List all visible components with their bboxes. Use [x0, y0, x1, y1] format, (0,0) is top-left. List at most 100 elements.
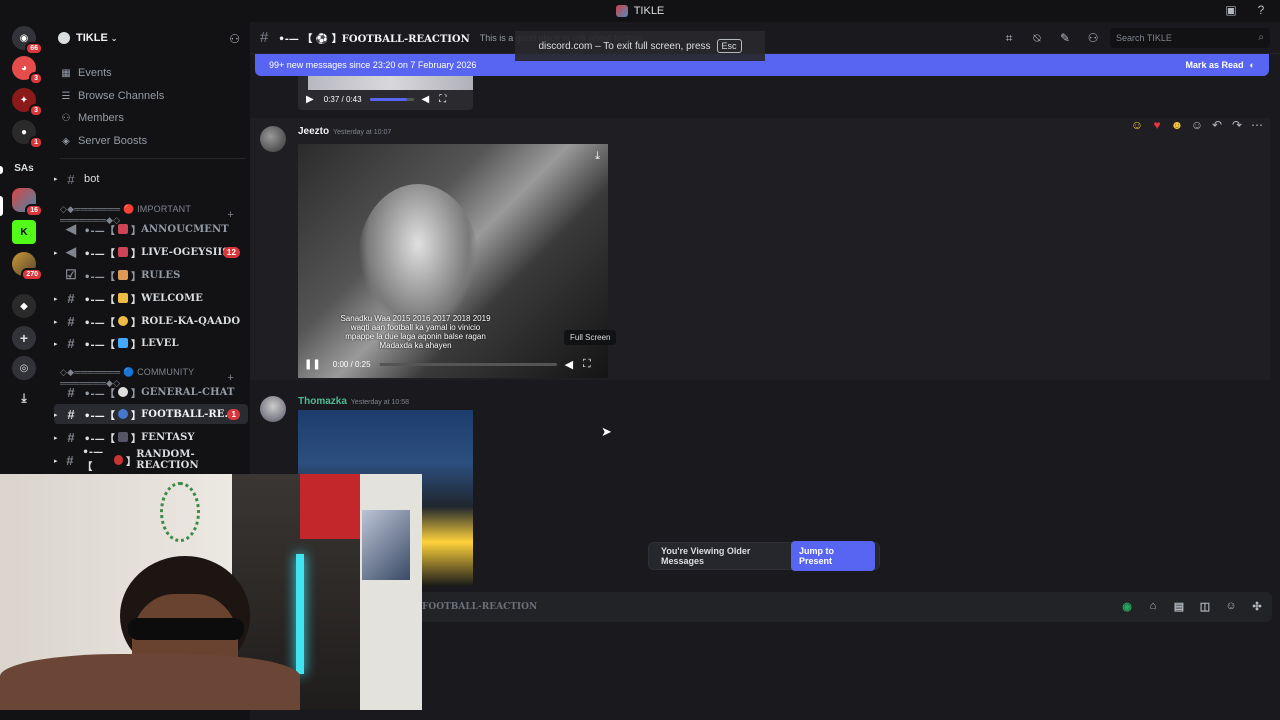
hash-icon: # [260, 29, 269, 46]
channel-bot[interactable]: ▸ # bot [54, 169, 248, 189]
nav-browse-channels[interactable]: ☰ Browse Channels [60, 86, 165, 106]
apps-icon[interactable]: ✣ [1250, 600, 1264, 613]
mention-badge: 1 [227, 408, 240, 420]
emoji-icon [117, 338, 128, 348]
hash-icon: # [67, 335, 75, 351]
channel-annoucement[interactable]: ◀ •-—【】 ANNOUCMENT [54, 219, 248, 239]
channel-rules[interactable]: ☑ •-—【】 RULES [54, 265, 248, 285]
nav-server-boosts[interactable]: ◈ Server Boosts [60, 131, 147, 151]
emoji-picker-icon[interactable]: ☺ [1224, 600, 1238, 613]
nitro-icon[interactable]: ◉ [1120, 600, 1134, 613]
add-server-icon[interactable]: + [12, 326, 36, 350]
webcam-overlay [0, 474, 422, 710]
nav-label: Events [78, 67, 112, 79]
pin-icon[interactable]: ✎ [1058, 31, 1072, 46]
message-timestamp: Yesterday at 10:07 [333, 129, 392, 136]
channel-general-chat[interactable]: # •-—【】 GENERAL-CHAT [54, 382, 248, 402]
chevron-down-icon: ⌄ [110, 33, 118, 43]
webcam-wreath [160, 482, 200, 542]
video-player[interactable]: ⤓ Sanadku Waa 2015 2016 2017 2018 2019 w… [298, 144, 608, 378]
gift-icon[interactable]: ⌂ [1146, 600, 1160, 613]
badge: 16 [25, 204, 43, 217]
channel-football-reaction[interactable]: ▸ # •-—【】 FOOTBALL-RE... 1 [54, 404, 248, 424]
nav-events[interactable]: ▦ Events [60, 63, 112, 83]
collapse-arrow-icon: ▸ [54, 432, 58, 442]
search-placeholder: Search TIKLE [1116, 33, 1172, 43]
fullscreen-icon[interactable]: ⛶ [583, 358, 591, 371]
discover-icon[interactable]: ◎ [12, 356, 36, 380]
server-icon[interactable]: ● 1 [12, 120, 43, 149]
guild-name: TIKLE [76, 32, 108, 44]
author-name[interactable]: Thomazka [298, 396, 347, 407]
sticker-icon[interactable]: ◫ [1198, 600, 1212, 613]
nav-members[interactable]: ⚇ Members [60, 108, 124, 128]
add-reaction-icon[interactable]: ☺ [1190, 118, 1204, 132]
hash-icon: # [67, 290, 75, 306]
video-progress[interactable] [369, 98, 414, 101]
channel-title: •-— 【 ⚽ 】FOOTBALL-REACTION [278, 34, 470, 45]
channel-label: ANNOUCMENT [141, 223, 229, 235]
channel-random-reaction[interactable]: ▸ # •-—【】 RANDOM-REACTION [54, 447, 248, 473]
download-icon[interactable]: ⤓ [12, 386, 36, 410]
avatar[interactable] [260, 396, 286, 422]
notification-bell-icon[interactable]: ⍉ [1030, 31, 1044, 46]
volume-icon[interactable]: ◀ [565, 358, 573, 371]
search-input[interactable]: Search TIKLE ⌕ [1110, 28, 1270, 48]
channel-label: FENTASY [141, 431, 195, 443]
channel-fentasy[interactable]: ▸ # •-—【】 FENTASY [54, 427, 248, 447]
author-name[interactable]: Jeezto [298, 126, 329, 137]
avatar[interactable] [260, 126, 286, 152]
channel-welcome[interactable]: ▸ # •-—【】 WELCOME [54, 288, 248, 308]
guild-header[interactable]: TIKLE ⌄ ⚇ [48, 22, 250, 54]
server-folder[interactable]: SAs [12, 156, 36, 180]
pause-icon[interactable]: ❚❚ [304, 359, 321, 370]
message-author[interactable]: Thomazka Yesterday at 10:58 [298, 396, 409, 407]
collapse-arrow-icon: ▸ [54, 338, 58, 348]
server-icon[interactable]: ✦ 3 [12, 88, 43, 117]
help-icon[interactable]: ? [1254, 3, 1268, 17]
divider [60, 158, 246, 159]
server-icon[interactable]: ◆ [12, 294, 36, 318]
gif-icon[interactable]: ▤ [1172, 600, 1186, 613]
members-icon: ⚇ [61, 112, 71, 124]
inbox-icon[interactable]: ▣ [1224, 3, 1238, 17]
mark-as-read-button[interactable]: Mark as Read ◐ [1186, 60, 1255, 70]
reaction-heart-icon[interactable]: ♥ [1150, 118, 1164, 132]
nav-label: Server Boosts [78, 135, 148, 147]
browse-icon: ☰ [61, 90, 71, 102]
composer-placeholder: FOOTBALL-REACTION [422, 602, 538, 612]
download-icon[interactable]: ⤓ [595, 150, 600, 163]
hash-icon: # [66, 452, 74, 468]
server-icon-tikle[interactable]: 16 [12, 188, 43, 217]
channel-role-ka-qaado[interactable]: ▸ # •-—【】 ROLE-KA-QAADO [54, 311, 248, 331]
channel-label: GENERAL-CHAT [141, 386, 235, 398]
video-progress[interactable] [378, 363, 557, 366]
dm-home-icon[interactable]: ◉ 66 [12, 26, 43, 55]
video-player[interactable]: ▶ 0:37 / 0:43 ◀ ⛶ [298, 76, 473, 110]
threads-icon[interactable]: ⌗ [1002, 31, 1016, 46]
volume-icon[interactable]: ◀ [422, 94, 430, 105]
channel-live-ogeysiis[interactable]: ▸ ◀ •-—【】 LIVE-OGEYSIIS 12 [54, 242, 248, 262]
server-folder-icon[interactable]: 270 [12, 252, 43, 281]
badge: 66 [25, 42, 43, 55]
megaphone-icon: ◀ [65, 221, 77, 236]
play-icon[interactable]: ▶ [306, 94, 314, 105]
reaction-kiss-icon[interactable]: ☻ [1170, 118, 1184, 132]
message-author[interactable]: Jeezto Yesterday at 10:07 [298, 126, 391, 137]
forward-icon[interactable]: ↷ [1230, 118, 1244, 132]
more-options-icon[interactable]: ⋯ [1250, 118, 1264, 132]
nav-label: Members [78, 112, 124, 124]
kick-server-icon[interactable]: K [12, 220, 36, 244]
message[interactable]: Jeezto Yesterday at 10:07 ⤓ Sanadku Waa 2… [250, 118, 1270, 380]
hash-icon: # [67, 171, 75, 187]
reaction-rofl-icon[interactable]: ☺ [1130, 118, 1144, 132]
video-time: 0:00 / 0:25 [332, 360, 371, 369]
channel-level[interactable]: ▸ # •-—【】 LEVEL [54, 333, 248, 353]
invite-icon[interactable]: ⚇ [229, 32, 240, 46]
fullscreen-icon[interactable]: ⛶ [439, 94, 446, 105]
jump-to-present-button[interactable]: Jump to Present [791, 541, 875, 571]
window-titlebar: TIKLE ▣ ? [0, 0, 1280, 22]
reply-icon[interactable]: ↶ [1210, 118, 1224, 132]
server-icon[interactable]: ◕ 3 [12, 56, 43, 85]
member-list-icon[interactable]: ⚇ [1086, 31, 1100, 46]
